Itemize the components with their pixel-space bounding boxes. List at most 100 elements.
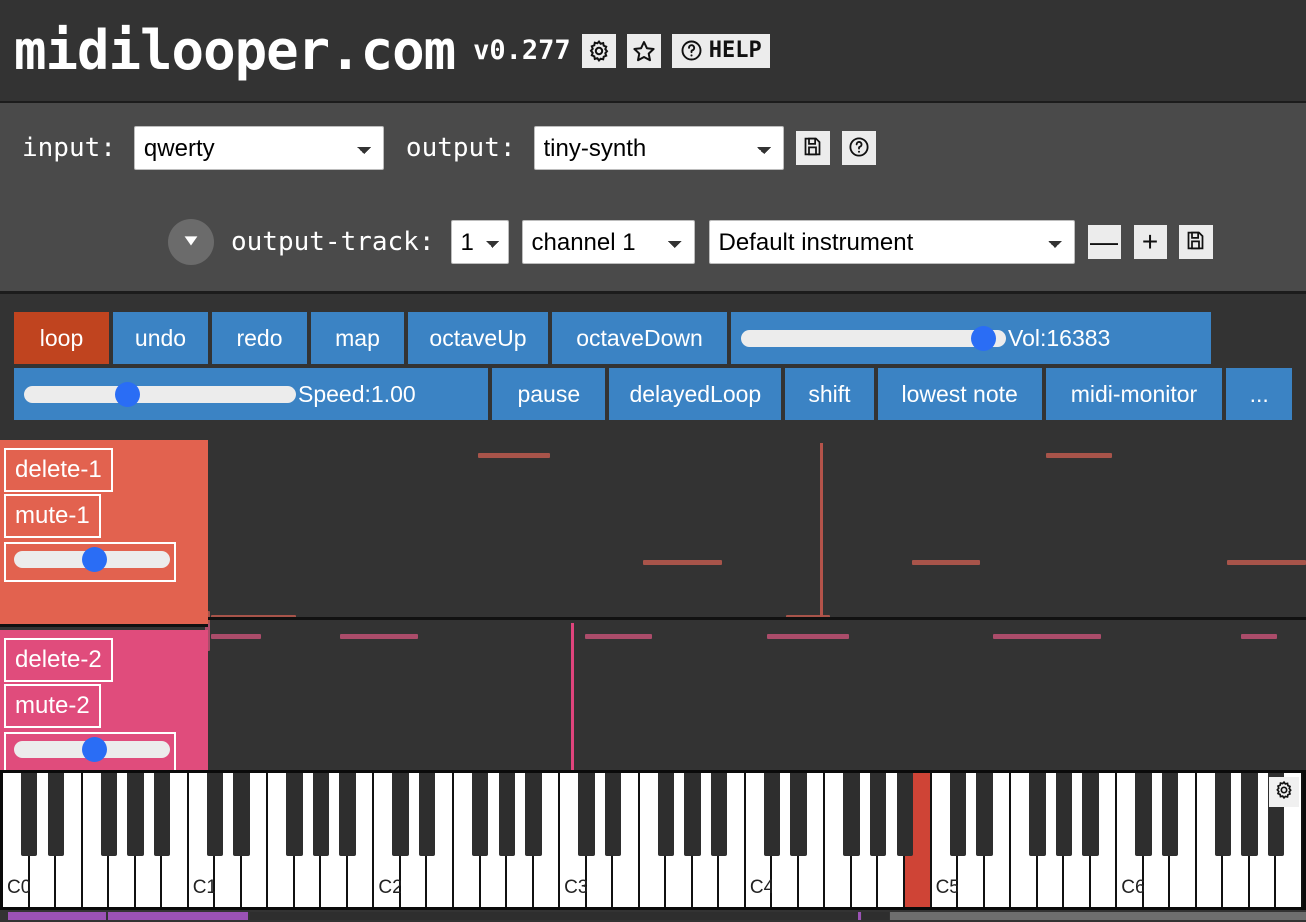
- toolbar-button-octavedown[interactable]: octaveDown: [552, 312, 727, 364]
- piano-black-key[interactable]: [790, 773, 807, 857]
- piano-black-key[interactable]: [233, 773, 250, 857]
- toolbar-button-octaveup[interactable]: octaveUp: [408, 312, 548, 364]
- scrollbar-segment[interactable]: [250, 912, 858, 920]
- toolbar-button-redo[interactable]: redo: [212, 312, 307, 364]
- track-number-select[interactable]: 1: [450, 220, 509, 264]
- piano-black-key[interactable]: [1029, 773, 1046, 857]
- gear-icon: [587, 39, 611, 63]
- favorite-star-button[interactable]: [626, 33, 661, 68]
- note-track-1[interactable]: [1227, 560, 1306, 565]
- piano-black-key[interactable]: [127, 773, 144, 857]
- note-track-2[interactable]: [767, 634, 849, 639]
- piano-black-key[interactable]: [684, 773, 701, 857]
- scrollbar-segment[interactable]: [858, 912, 861, 920]
- note-editor[interactable]: delete-1 mute-1 delete-2 mute-2: [0, 440, 1306, 770]
- volume-slider-label: Vol:16383: [1008, 324, 1111, 351]
- piano-black-key[interactable]: [578, 773, 595, 857]
- note-track-1[interactable]: [643, 560, 722, 565]
- question-circle-icon: [848, 136, 870, 161]
- scrollbar-segment[interactable]: [862, 912, 889, 920]
- piano-black-key[interactable]: [896, 773, 913, 857]
- piano-black-key[interactable]: [763, 773, 781, 857]
- delete-track-1-button[interactable]: delete-1: [4, 448, 113, 492]
- track-1-volume-slider[interactable]: [14, 551, 170, 568]
- toolbar-button-lowest-note[interactable]: lowest note: [877, 368, 1042, 420]
- piano-black-key[interactable]: [286, 773, 303, 857]
- note-track-2[interactable]: [211, 634, 261, 639]
- piano-black-key[interactable]: [153, 773, 171, 857]
- piano-black-key[interactable]: [498, 773, 516, 857]
- toolbar-button-undo[interactable]: undo: [113, 312, 208, 364]
- horizontal-scrollbar[interactable]: [0, 910, 1306, 922]
- piano-black-key[interactable]: [100, 773, 118, 857]
- piano-black-key[interactable]: [1214, 773, 1232, 857]
- delete-track-2-button[interactable]: delete-2: [4, 638, 113, 682]
- piano-black-key[interactable]: [312, 773, 330, 857]
- note-track-1[interactable]: [912, 560, 980, 565]
- gear-icon: [1274, 780, 1294, 805]
- note-track-2[interactable]: [585, 634, 652, 639]
- input-output-row: input: qwerty output: tiny-synth: [0, 103, 1306, 193]
- note-track-1[interactable]: [478, 453, 550, 458]
- toolbar-button-loop[interactable]: loop: [14, 312, 109, 364]
- piano-black-key[interactable]: [419, 773, 436, 857]
- piano-black-key[interactable]: [206, 773, 224, 857]
- scrollbar-segment[interactable]: [8, 912, 106, 920]
- keyboard-settings-button[interactable]: [1269, 777, 1299, 807]
- track-panel-1: delete-1 mute-1: [0, 440, 208, 627]
- scrollbar-segment[interactable]: [108, 912, 248, 920]
- piano-black-key[interactable]: [1161, 773, 1179, 857]
- speed-slider-label: Speed:1.00: [298, 380, 416, 407]
- speed-slider[interactable]: [24, 385, 296, 403]
- collapse-track-button[interactable]: [168, 219, 214, 265]
- piano-black-key[interactable]: [47, 773, 64, 857]
- mute-track-2-button[interactable]: mute-2: [4, 684, 101, 728]
- piano-black-key[interactable]: [1082, 773, 1099, 857]
- piano-black-key[interactable]: [1241, 773, 1258, 857]
- piano-black-key[interactable]: [21, 773, 38, 857]
- piano-black-key[interactable]: [472, 773, 489, 857]
- piano-black-key[interactable]: [1055, 773, 1073, 857]
- toolbar-button-shift[interactable]: shift: [785, 368, 874, 420]
- save-output-button[interactable]: [795, 131, 830, 165]
- increment-track-button[interactable]: +: [1133, 225, 1167, 259]
- scrollbar-segment[interactable]: [890, 912, 1306, 920]
- piano-keyboard[interactable]: C0 C1 C2 C3 C4 C5 C6: [0, 770, 1306, 910]
- transport-toolbar: loop undo redo map octaveUp octaveDown Vol:163…: [0, 294, 1306, 432]
- piano-black-key[interactable]: [604, 773, 622, 857]
- piano-black-key[interactable]: [710, 773, 728, 857]
- output-help-button[interactable]: [841, 131, 876, 165]
- volume-slider[interactable]: [741, 329, 1006, 347]
- piano-black-key[interactable]: [339, 773, 356, 857]
- note-track-2[interactable]: [1241, 634, 1277, 639]
- note-canvas[interactable]: [205, 440, 1306, 770]
- note-track-2[interactable]: [340, 634, 418, 639]
- toolbar-button-midi-monitor[interactable]: midi-monitor: [1045, 368, 1223, 420]
- save-track-button[interactable]: [1178, 225, 1213, 259]
- piano-black-key[interactable]: [870, 773, 887, 857]
- playhead-track-2: [571, 623, 574, 770]
- decrement-track-button[interactable]: —: [1087, 225, 1121, 259]
- piano-black-key[interactable]: [525, 773, 542, 857]
- piano-black-key[interactable]: [1135, 773, 1152, 857]
- toolbar-button-[interactable]: ...: [1226, 368, 1293, 420]
- toolbar-button-delayedloop[interactable]: delayedLoop: [609, 368, 782, 420]
- input-select[interactable]: qwerty: [133, 126, 384, 170]
- piano-black-key[interactable]: [976, 773, 993, 857]
- piano-black-key[interactable]: [949, 773, 967, 857]
- piano-black-key[interactable]: [392, 773, 409, 857]
- piano-black-key[interactable]: [843, 773, 860, 857]
- toolbar-button-pause[interactable]: pause: [492, 368, 606, 420]
- mute-track-1-button[interactable]: mute-1: [4, 494, 101, 538]
- help-button[interactable]: HELP: [671, 33, 770, 68]
- output-select[interactable]: tiny-synth: [533, 126, 784, 170]
- note-track-2[interactable]: [993, 634, 1101, 639]
- instrument-select[interactable]: Default instrument: [708, 220, 1075, 264]
- toolbar-row-2: Speed:1.00 pause delayedLoop shift lowest no…: [0, 364, 1306, 420]
- track-2-volume-slider[interactable]: [14, 741, 170, 758]
- note-track-1[interactable]: [1046, 453, 1112, 458]
- piano-black-key[interactable]: [657, 773, 675, 857]
- settings-gear-button[interactable]: [581, 33, 616, 68]
- toolbar-button-map[interactable]: map: [311, 312, 404, 364]
- channel-select[interactable]: channel 1: [521, 220, 695, 264]
